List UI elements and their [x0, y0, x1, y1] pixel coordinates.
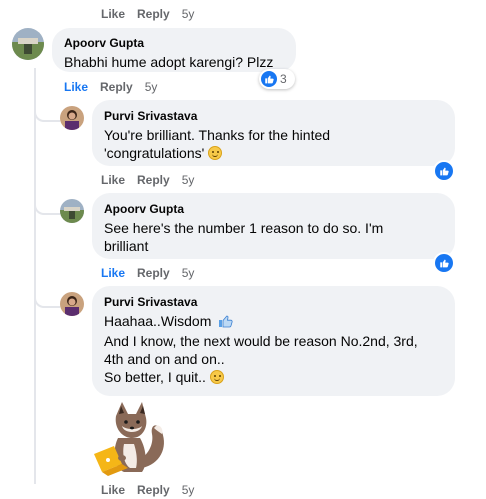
- thread-connector-curve: [34, 100, 60, 122]
- comment-actions: Like Reply 5y: [64, 80, 169, 94]
- avatar[interactable]: [12, 28, 44, 60]
- avatar[interactable]: [60, 106, 84, 130]
- comment-author[interactable]: Purvi Srivastava: [104, 108, 443, 124]
- avatar[interactable]: [60, 292, 84, 316]
- timestamp[interactable]: 5y: [182, 7, 195, 21]
- reply-button[interactable]: Reply: [137, 483, 170, 497]
- smile-emoji-icon: [209, 370, 224, 384]
- comment-text: Haahaa..Wisdom And I know, the next woul…: [104, 312, 443, 386]
- like-icon: [261, 71, 277, 87]
- timestamp[interactable]: 5y: [182, 483, 195, 497]
- comment-text: Bhabhi hume adopt karengi? Plzz: [64, 53, 284, 71]
- comment-line: And I know, the next would be reason No.…: [104, 333, 418, 349]
- comment-line: So better, I quit..: [104, 369, 206, 385]
- reaction-count: 3: [280, 72, 287, 86]
- thread-connector-line: [34, 68, 36, 484]
- reply-button[interactable]: Reply: [137, 7, 170, 21]
- avatar[interactable]: [60, 199, 84, 223]
- reply-button[interactable]: Reply: [100, 80, 133, 94]
- like-button[interactable]: Like: [101, 483, 125, 497]
- comment-bubble: Purvi Srivastava Haahaa..Wisdom And I kn…: [92, 286, 455, 396]
- timestamp[interactable]: 5y: [182, 173, 195, 187]
- comment-author[interactable]: Purvi Srivastava: [104, 294, 443, 310]
- thread-connector-curve: [34, 286, 60, 308]
- comment-actions: Like Reply 5y: [101, 266, 206, 280]
- thread-connector-curve: [34, 193, 60, 215]
- comment-bubble: Apoorv Gupta See here's the number 1 rea…: [92, 193, 455, 259]
- timestamp[interactable]: 5y: [182, 266, 195, 280]
- comment-author[interactable]: Apoorv Gupta: [104, 201, 443, 217]
- like-button[interactable]: Like: [64, 80, 88, 94]
- like-button[interactable]: Like: [101, 266, 125, 280]
- timestamp[interactable]: 5y: [145, 80, 158, 94]
- comment-text: See here's the number 1 reason to do so.…: [104, 219, 443, 255]
- comment-actions: Like Reply 5y: [101, 483, 206, 497]
- comment-line: You're brilliant. Thanks for the hinted: [104, 127, 331, 143]
- like-button[interactable]: Like: [101, 7, 125, 21]
- reply-button[interactable]: Reply: [137, 266, 170, 280]
- comment-line: Haahaa..Wisdom: [104, 313, 212, 329]
- comment-line: See here's the number 1 reason to do so.…: [104, 220, 384, 236]
- comment-line: Bhabhi hume adopt karengi? Plzz: [64, 54, 274, 70]
- comment-author[interactable]: Apoorv Gupta: [64, 35, 284, 51]
- fox-sticker[interactable]: [88, 398, 170, 478]
- comment-line: brilliant: [104, 238, 149, 254]
- comment-line: 4th and on and on..: [104, 351, 225, 367]
- like-icon[interactable]: [433, 252, 455, 274]
- reply-button[interactable]: Reply: [137, 173, 170, 187]
- previous-comment-actions: Like Reply 5y: [101, 7, 206, 21]
- comment-actions: Like Reply 5y: [101, 173, 206, 187]
- like-button[interactable]: Like: [101, 173, 125, 187]
- like-icon[interactable]: [433, 160, 455, 182]
- smile-emoji-icon: [208, 146, 223, 160]
- comment-bubble: Purvi Srivastava You're brilliant. Thank…: [92, 100, 455, 166]
- reaction-count-pill[interactable]: 3: [259, 69, 295, 89]
- comment-text: You're brilliant. Thanks for the hinted …: [104, 126, 443, 162]
- comment-line: 'congratulations': [104, 145, 205, 161]
- thumbs-up-emoji-icon: [218, 314, 234, 332]
- comment-bubble: Apoorv Gupta Bhabhi hume adopt karengi? …: [52, 28, 296, 72]
